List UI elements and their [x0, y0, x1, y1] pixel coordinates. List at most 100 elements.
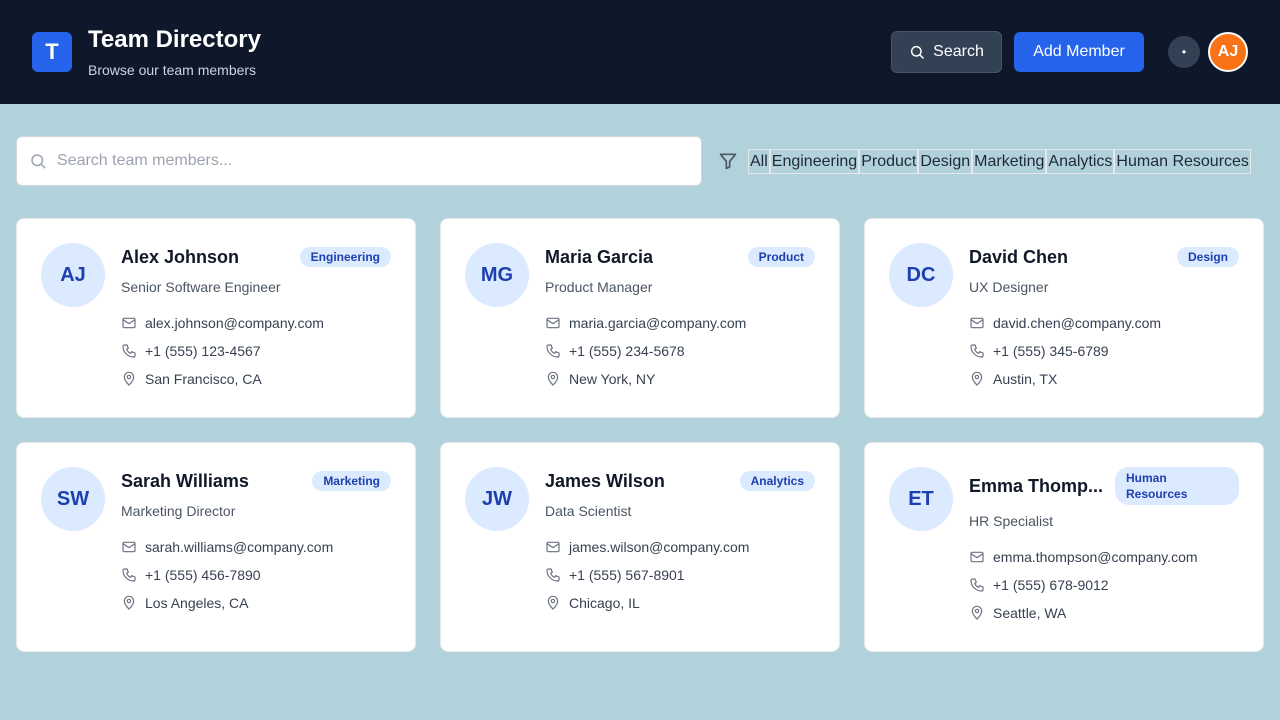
- mail-icon: [546, 541, 560, 553]
- member-location: New York, NY: [545, 365, 815, 393]
- member-info: Emma Thomp... Human Resources HR Special…: [969, 467, 1239, 627]
- user-avatar[interactable]: AJ: [1208, 32, 1248, 72]
- member-name: Maria Garcia: [545, 246, 654, 267]
- map-pin-icon: [547, 595, 559, 610]
- filter-chip-product[interactable]: Product: [859, 148, 919, 174]
- member-card[interactable]: JW James Wilson Analytics Data Scientist…: [440, 442, 840, 652]
- member-phone[interactable]: +1 (555) 678-9012: [969, 571, 1239, 599]
- department-badge: Engineering: [299, 247, 391, 267]
- member-phone[interactable]: +1 (555) 456-7890: [121, 561, 391, 589]
- member-avatar: MG: [465, 243, 529, 307]
- member-name: David Chen: [969, 246, 1069, 267]
- member-grid: AJ Alex Johnson Engineering Senior Softw…: [16, 218, 1264, 652]
- member-email[interactable]: james.wilson@company.com: [545, 533, 815, 561]
- department-badge: Marketing: [312, 471, 391, 491]
- member-phone-text: +1 (555) 345-6789: [993, 343, 1109, 359]
- member-header: Alex Johnson Engineering: [121, 243, 391, 271]
- member-card[interactable]: DC David Chen Design UX Designer david.c…: [864, 218, 1264, 418]
- page-title: Team Directory: [88, 26, 261, 53]
- member-role: HR Specialist: [969, 513, 1054, 529]
- member-avatar: JW: [465, 467, 529, 531]
- mail-icon: [122, 541, 136, 553]
- department-badge: Analytics: [739, 471, 815, 491]
- department-badge: Human Resources: [1115, 467, 1239, 505]
- member-avatar: AJ: [41, 243, 105, 307]
- member-phone[interactable]: +1 (555) 234-5678: [545, 337, 815, 365]
- member-name: Sarah Williams: [121, 470, 249, 491]
- member-location-text: San Francisco, CA: [145, 371, 262, 387]
- member-location: San Francisco, CA: [121, 365, 391, 393]
- member-email-text: james.wilson@company.com: [569, 539, 750, 555]
- member-details: david.chen@company.com +1 (555) 345-6789…: [969, 309, 1239, 393]
- member-avatar: SW: [41, 467, 105, 531]
- mail-icon: [970, 551, 984, 563]
- add-member-button[interactable]: Add Member: [1014, 32, 1144, 72]
- member-role: Marketing Director: [121, 503, 236, 519]
- member-avatar: DC: [889, 243, 953, 307]
- department-badge: Design: [1176, 247, 1239, 267]
- mail-icon: [970, 317, 984, 329]
- member-card[interactable]: MG Maria Garcia Product Product Manager …: [440, 218, 840, 418]
- member-details: alex.johnson@company.com +1 (555) 123-45…: [121, 309, 391, 393]
- member-header: Maria Garcia Product: [545, 243, 815, 271]
- member-card[interactable]: ET Emma Thomp... Human Resources HR Spec…: [864, 442, 1264, 652]
- search-box: [16, 136, 702, 186]
- member-email[interactable]: david.chen@company.com: [969, 309, 1239, 337]
- member-info: David Chen Design UX Designer david.chen…: [969, 243, 1239, 393]
- filter-chip-human-resources[interactable]: Human Resources: [1114, 148, 1251, 174]
- member-card[interactable]: AJ Alex Johnson Engineering Senior Softw…: [16, 218, 416, 418]
- title-group: Team Directory Browse our team members: [88, 26, 261, 78]
- mail-icon: [122, 317, 136, 329]
- member-location-text: Los Angeles, CA: [145, 595, 249, 611]
- member-email-text: maria.garcia@company.com: [569, 315, 747, 331]
- filter-chip-all[interactable]: All: [748, 148, 770, 174]
- map-pin-icon: [547, 371, 559, 386]
- member-location-text: Seattle, WA: [993, 605, 1067, 621]
- member-location: Seattle, WA: [969, 599, 1239, 627]
- member-info: Maria Garcia Product Product Manager mar…: [545, 243, 815, 393]
- member-role: Product Manager: [545, 279, 653, 295]
- status-indicator[interactable]: •: [1168, 36, 1200, 68]
- member-email[interactable]: sarah.williams@company.com: [121, 533, 391, 561]
- filter-chip-marketing[interactable]: Marketing: [972, 148, 1047, 174]
- member-phone-text: +1 (555) 456-7890: [145, 567, 261, 583]
- search-button[interactable]: Search: [891, 31, 1002, 73]
- member-role: Data Scientist: [545, 503, 632, 519]
- department-badge: Product: [747, 247, 815, 267]
- member-info: Sarah Williams Marketing Marketing Direc…: [121, 467, 391, 627]
- page-subtitle: Browse our team members: [88, 62, 257, 78]
- member-header: Emma Thomp... Human Resources: [969, 467, 1239, 505]
- filter-bar: All Engineering Product Design Marketing…: [16, 136, 1264, 186]
- member-name: Alex Johnson: [121, 246, 240, 267]
- member-phone[interactable]: +1 (555) 123-4567: [121, 337, 391, 365]
- member-email[interactable]: maria.garcia@company.com: [545, 309, 815, 337]
- header-actions: Search Add Member • AJ: [891, 31, 1248, 73]
- member-phone-text: +1 (555) 123-4567: [145, 343, 261, 359]
- phone-icon: [546, 344, 560, 358]
- map-pin-icon: [971, 371, 983, 386]
- filter-chip-engineering[interactable]: Engineering: [769, 148, 860, 174]
- member-email[interactable]: alex.johnson@company.com: [121, 309, 391, 337]
- app-header: T Team Directory Browse our team members…: [0, 0, 1280, 104]
- phone-icon: [122, 568, 136, 582]
- mail-icon: [546, 317, 560, 329]
- member-location-text: New York, NY: [569, 371, 656, 387]
- member-location: Austin, TX: [969, 365, 1239, 393]
- phone-icon: [970, 578, 984, 592]
- phone-icon: [970, 344, 984, 358]
- search-icon: [911, 45, 924, 59]
- filter-chip-design[interactable]: Design: [918, 148, 973, 174]
- member-card[interactable]: SW Sarah Williams Marketing Marketing Di…: [16, 442, 416, 652]
- phone-icon: [122, 344, 136, 358]
- member-phone[interactable]: +1 (555) 345-6789: [969, 337, 1239, 365]
- member-name: James Wilson: [545, 470, 665, 491]
- member-email[interactable]: emma.thompson@company.com: [969, 543, 1239, 571]
- member-header: James Wilson Analytics: [545, 467, 815, 495]
- search-input[interactable]: [57, 152, 657, 170]
- filter-chip-analytics[interactable]: Analytics: [1046, 148, 1115, 174]
- member-role: UX Designer: [969, 279, 1049, 295]
- member-phone[interactable]: +1 (555) 567-8901: [545, 561, 815, 589]
- department-filter-chips: All Engineering Product Design Marketing…: [748, 148, 1251, 174]
- member-email-text: sarah.williams@company.com: [145, 539, 334, 555]
- member-role: Senior Software Engineer: [121, 279, 281, 295]
